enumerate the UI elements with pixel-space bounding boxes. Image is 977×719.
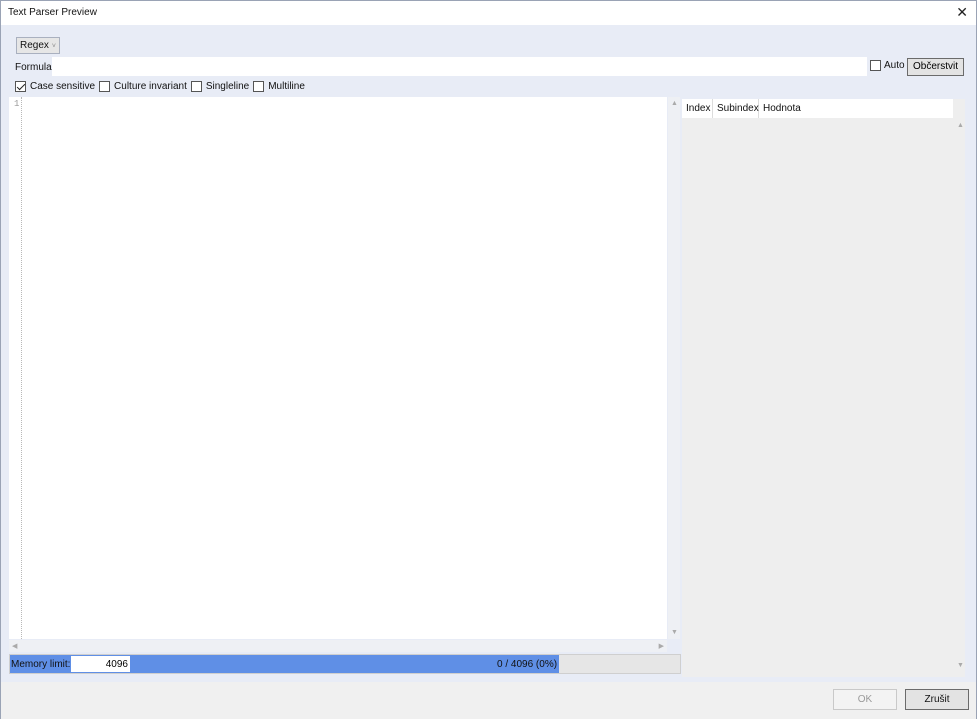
window-title: Text Parser Preview <box>8 7 97 18</box>
case-sensitive-checkbox[interactable] <box>15 80 26 92</box>
memory-limit-label: Memory limit: <box>11 659 71 670</box>
refresh-button[interactable]: Občerstvit <box>907 58 964 76</box>
case-sensitive-label: Case sensitive <box>30 80 96 92</box>
results-scroll-down-icon[interactable]: ▼ <box>957 662 964 669</box>
results-scroll-up-icon[interactable]: ▲ <box>957 122 964 129</box>
line-number: 1 <box>14 99 20 109</box>
auto-checkbox[interactable]: Auto <box>870 60 905 71</box>
text-editor[interactable]: 1 <box>9 97 667 639</box>
option-multiline[interactable]: Multiline <box>253 80 305 92</box>
dialog-footer: OK Zrušit <box>1 682 976 719</box>
column-header-index[interactable]: Index <box>682 99 713 118</box>
chevron-down-icon: ˅ <box>49 43 56 50</box>
scroll-right-icon[interactable]: ▶ <box>659 642 664 650</box>
scroll-down-icon[interactable]: ▼ <box>671 629 678 636</box>
title-bar: Text Parser Preview ✕ <box>1 1 976 25</box>
scroll-up-icon[interactable]: ▲ <box>671 100 678 107</box>
auto-checkbox-label: Auto <box>884 60 905 72</box>
singleline-label: Singleline <box>205 80 250 92</box>
memory-usage-text: 0 / 4096 (0%) <box>497 659 558 670</box>
column-header-value[interactable]: Hodnota <box>759 99 953 118</box>
results-header: Index Subindex Hodnota <box>682 99 953 118</box>
culture-invariant-label: Culture invariant <box>114 80 187 92</box>
editor-vertical-scrollbar[interactable]: ▲ ▼ <box>668 97 680 639</box>
memory-progress-bar: Memory limit: 0 / 4096 (0%) <box>9 654 681 674</box>
option-culture-invariant[interactable]: Culture invariant <box>99 80 187 92</box>
auto-checkbox-box[interactable] <box>870 60 881 71</box>
formula-label: Formula: <box>15 62 55 73</box>
multiline-checkbox[interactable] <box>253 80 265 92</box>
memory-limit-input[interactable] <box>71 656 130 672</box>
culture-invariant-checkbox[interactable] <box>99 80 111 92</box>
ok-button[interactable]: OK <box>833 689 897 710</box>
scroll-left-icon[interactable]: ◀ <box>12 642 17 650</box>
formula-input[interactable] <box>52 57 867 76</box>
multiline-label: Multiline <box>268 80 305 92</box>
mode-dropdown-label: Regex <box>20 40 49 51</box>
line-number-gutter: 1 <box>9 97 22 639</box>
dialog-window: Text Parser Preview ✕ Regex ˅ Formula: A… <box>0 0 977 719</box>
results-table[interactable]: Index Subindex Hodnota ▲ ▼ <box>682 99 965 677</box>
column-header-subindex[interactable]: Subindex <box>713 99 759 118</box>
editor-horizontal-scrollbar[interactable]: ◀ ▶ <box>9 640 667 652</box>
regex-options: Case sensitive Culture invariant Singlel… <box>15 79 309 93</box>
singleline-checkbox[interactable] <box>190 80 202 92</box>
mode-dropdown[interactable]: Regex ˅ <box>16 37 60 54</box>
close-icon[interactable]: ✕ <box>956 4 968 20</box>
option-case-sensitive[interactable]: Case sensitive <box>15 80 96 92</box>
cancel-button[interactable]: Zrušit <box>905 689 969 710</box>
option-singleline[interactable]: Singleline <box>190 80 250 92</box>
